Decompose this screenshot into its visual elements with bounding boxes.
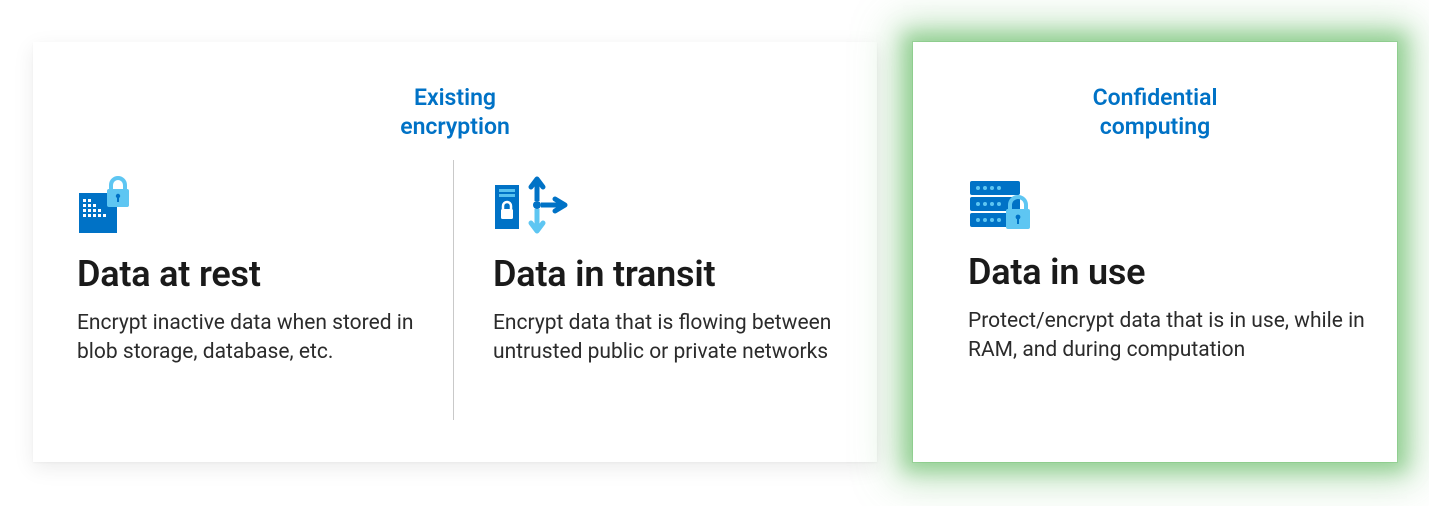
server-lock-icon: [968, 175, 1368, 237]
server-arrows-icon: [493, 175, 863, 239]
state-title: Data at rest: [77, 253, 427, 295]
state-data-in-use: Data in use Protect/encrypt data that is…: [968, 175, 1368, 366]
category-label-confidential: Confidential computing: [913, 84, 1397, 142]
column-divider: [453, 160, 454, 420]
state-title: Data in use: [968, 251, 1368, 293]
state-data-at-rest: Data at rest Encrypt inactive data when …: [77, 175, 427, 368]
storage-lock-icon: [77, 175, 427, 239]
category-label-existing: Existing encryption: [33, 84, 877, 142]
state-desc: Encrypt inactive data when stored in blo…: [77, 309, 427, 368]
state-data-in-transit: Data in transit Encrypt data that is flo…: [493, 175, 863, 368]
data-protection-states-diagram: Existing encryption: [0, 0, 1429, 506]
existing-encryption-card: Existing encryption: [33, 42, 877, 462]
state-desc: Protect/encrypt data that is in use, whi…: [968, 307, 1368, 366]
state-desc: Encrypt data that is flowing between unt…: [493, 309, 863, 368]
state-title: Data in transit: [493, 253, 863, 295]
confidential-computing-card: Confidential computing: [913, 42, 1397, 462]
